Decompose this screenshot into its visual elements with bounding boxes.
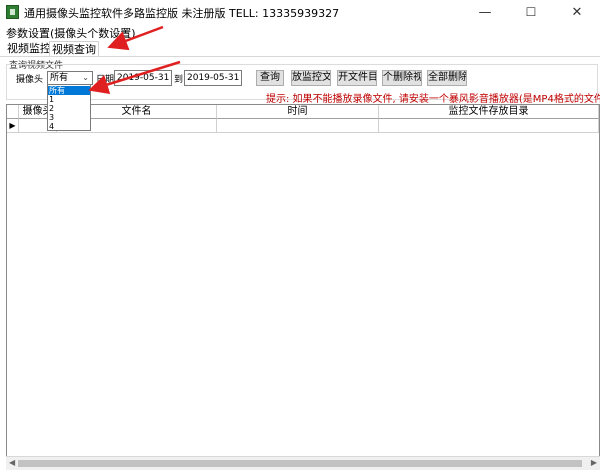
annotation-arrow-dropdown — [88, 60, 181, 95]
annotation-arrow-tab — [107, 25, 164, 51]
annotation-arrows — [88, 25, 181, 95]
